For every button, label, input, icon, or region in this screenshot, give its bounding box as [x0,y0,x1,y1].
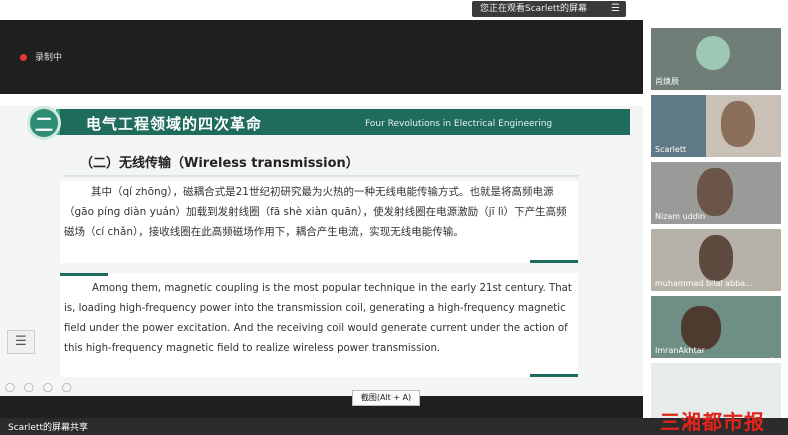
share-indicator-label: 您正在观看Scarlett的屏幕 [480,4,587,14]
signal-icon [765,346,775,358]
news-watermark-logo: 三湘都市报 [660,410,765,434]
screenshot-tooltip: 截图(Alt + A) [352,390,420,406]
avatar [697,168,733,216]
screen-share-indicator[interactable]: 您正在观看Scarlett的屏幕 ☰ [472,1,626,17]
avatar [681,306,721,350]
slide-toolbar[interactable]: ◯ ◯ ◯ ◯ [5,383,75,393]
list-icon[interactable]: ☰ [7,330,35,354]
slide-title-en: Four Revolutions in Electrical Engineeri… [365,119,553,129]
participant-name: Scarlett [655,145,687,154]
participant-tile[interactable]: Scarlett [651,95,781,157]
participant-name: ImranAkhtar [655,346,705,355]
participant-name: 肖焕辰 [655,77,679,86]
participant-tile[interactable]: Nizam uddin [651,162,781,224]
subtitle-divider [64,175,579,177]
participant-name: Nizam uddin [655,212,706,221]
section-number-badge: 二 [27,106,61,140]
participant-name: muhammad bilal abba... [655,279,753,288]
avatar [696,36,730,70]
top-bar: 您正在观看Scarlett的屏幕 ☰ [0,0,788,20]
shared-screen-area: 录制中 二 电气工程领域的四次革命 Four Revolutions in El… [0,20,643,418]
slide-subtitle: （二）无线传输（Wireless transmission） [80,156,359,171]
participant-tile[interactable]: muhammad bilal abba... [651,229,781,291]
participant-tile[interactable]: 肖焕辰 [651,28,781,90]
avatar [721,101,755,147]
screen-share-label: Scarlett的屏幕共享 [8,423,88,433]
recording-indicator: 录制中 [20,50,62,63]
english-paragraph: Among them, magnetic coupling is the mos… [64,283,572,354]
slide-top-strip [0,94,643,106]
menu-icon[interactable]: ☰ [611,1,620,17]
box-accent-bar [530,260,578,263]
presentation-slide: 二 电气工程领域的四次革命 Four Revolutions in Electr… [0,94,643,396]
signal-icon [765,279,775,291]
slide-title-cn: 电气工程领域的四次革命 [86,115,263,133]
recording-label: 录制中 [35,53,63,63]
record-dot-icon [20,54,27,61]
participant-tile[interactable]: ImranAkhtar [651,296,781,358]
chinese-paragraph: 其中（qí zhōng），磁耦合式是21世纪初研究最为火热的一种无线电能传输方式… [64,186,567,238]
box-accent-bar [60,273,108,276]
avatar [699,235,733,281]
box-accent-bar [530,374,578,377]
